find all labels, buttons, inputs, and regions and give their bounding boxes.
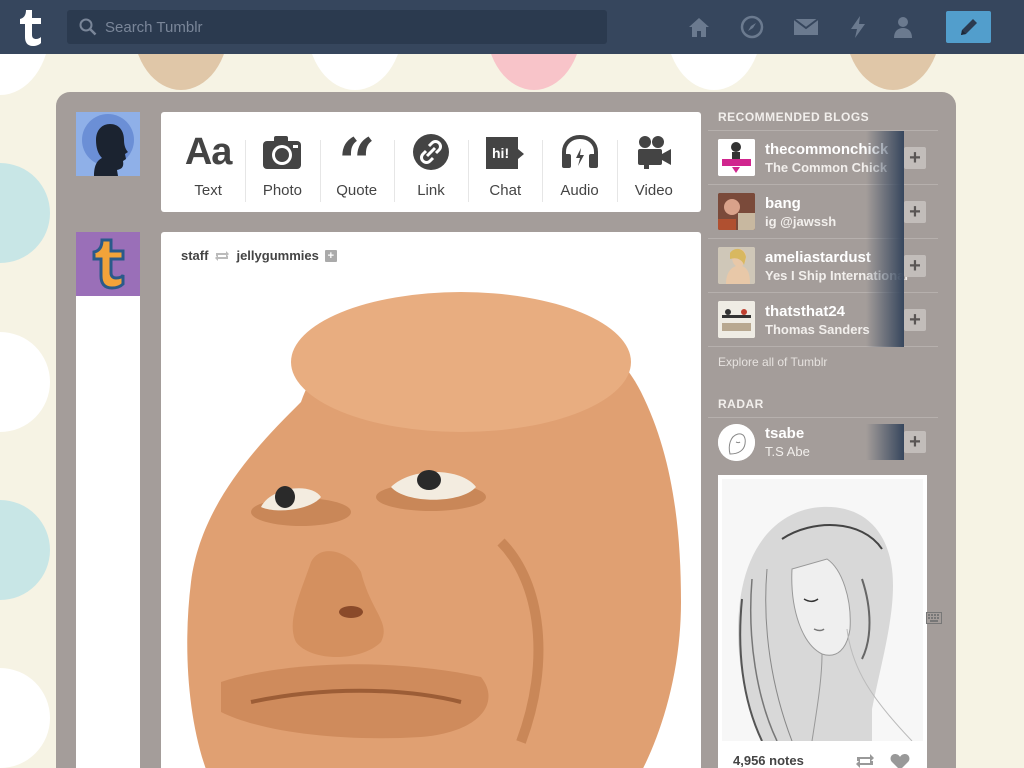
- radar-blog-item[interactable]: tsabe T.S Abe +: [708, 420, 938, 464]
- follow-button[interactable]: +: [904, 201, 926, 223]
- recommended-blog-item[interactable]: bang ig @jawssh +: [708, 185, 938, 239]
- reblogged-from-link[interactable]: jellygummies: [236, 248, 318, 263]
- svg-text:hi!: hi!: [492, 145, 509, 161]
- pencil-icon: [960, 19, 977, 35]
- bg-dot: [0, 332, 50, 432]
- post-header: staff jellygummies +: [181, 248, 337, 263]
- blog-avatar[interactable]: [718, 139, 755, 176]
- post-type-video[interactable]: Video: [616, 124, 691, 202]
- bg-dot: [0, 500, 50, 600]
- tumblr-logo-icon[interactable]: [16, 8, 50, 46]
- follow-button[interactable]: +: [904, 309, 926, 331]
- radar-title: RADAR: [708, 387, 938, 418]
- compass-icon[interactable]: [740, 15, 764, 39]
- search-icon: [79, 18, 97, 36]
- search-box[interactable]: [67, 10, 607, 44]
- notes-count[interactable]: 4,956 notes: [733, 753, 804, 768]
- home-icon[interactable]: [687, 15, 711, 39]
- radar-blog-avatar[interactable]: [718, 423, 755, 461]
- recommended-blog-item[interactable]: thatsthat24 Thomas Sanders +: [708, 293, 938, 347]
- quote-icon: “: [337, 124, 376, 202]
- follow-button[interactable]: +: [904, 255, 926, 277]
- explore-link[interactable]: Explore all of Tumblr: [708, 347, 938, 387]
- blog-avatar[interactable]: [718, 301, 755, 338]
- post-author-link[interactable]: staff: [181, 248, 208, 263]
- post-card: staff jellygummies +: [161, 232, 701, 768]
- chat-icon: hi!: [484, 128, 526, 176]
- post-type-quote[interactable]: “ Quote: [319, 124, 394, 202]
- recommended-blog-item[interactable]: ameliastardust Yes I Ship International …: [708, 239, 938, 293]
- compose-button[interactable]: [946, 11, 991, 43]
- fade-overlay: [866, 424, 904, 460]
- post-type-audio[interactable]: Audio: [542, 124, 616, 202]
- search-input[interactable]: [105, 18, 585, 36]
- video-camera-icon: [635, 128, 673, 176]
- radar-photo[interactable]: [722, 479, 923, 741]
- user-icon[interactable]: [891, 15, 915, 39]
- staff-avatar[interactable]: [76, 232, 140, 296]
- post-type-label: Link: [417, 182, 445, 199]
- blog-avatar[interactable]: [718, 193, 755, 230]
- sidebar: RECOMMENDED BLOGS thecommonchick The Com…: [708, 100, 938, 464]
- post-type-bar: Aa Text Photo “ Quote Link hi! Chat Audi…: [161, 112, 701, 212]
- top-navigation-bar: [0, 0, 1024, 54]
- headphones-icon: [560, 128, 600, 176]
- fade-overlay: [866, 185, 904, 239]
- recommended-blogs-title: RECOMMENDED BLOGS: [708, 100, 938, 131]
- post-type-photo[interactable]: Photo: [245, 124, 319, 202]
- text-icon: Aa: [184, 130, 233, 173]
- post-type-label: Text: [194, 182, 222, 199]
- fade-overlay: [866, 239, 904, 293]
- lightning-icon[interactable]: [846, 15, 870, 39]
- post-type-text[interactable]: Aa Text: [171, 124, 245, 200]
- follow-button[interactable]: +: [904, 147, 926, 169]
- camera-icon: [262, 128, 302, 176]
- mail-icon[interactable]: [793, 15, 819, 39]
- bg-dot: [0, 163, 50, 263]
- bg-dot: [0, 668, 50, 768]
- link-icon: [412, 128, 450, 176]
- heart-icon[interactable]: [890, 753, 910, 768]
- post-photo[interactable]: [161, 282, 701, 768]
- reblog-icon: [215, 250, 230, 261]
- radar-post-card: 4,956 notes: [718, 475, 927, 768]
- keyboard-icon[interactable]: [926, 612, 942, 624]
- post-type-link[interactable]: Link: [393, 124, 468, 202]
- post-avatar-column: [76, 232, 140, 768]
- fade-overlay: [866, 293, 904, 347]
- post-type-chat[interactable]: hi! Chat: [468, 124, 542, 202]
- post-type-label: Audio: [560, 182, 599, 199]
- post-type-label: Video: [634, 182, 673, 199]
- post-type-label: Photo: [262, 182, 303, 199]
- follow-button[interactable]: +: [904, 431, 926, 453]
- follow-plus-icon[interactable]: +: [324, 249, 337, 262]
- post-type-label: Chat: [489, 182, 522, 199]
- fade-overlay: [866, 131, 904, 185]
- post-type-label: Quote: [336, 182, 378, 199]
- recommended-blog-item[interactable]: thecommonchick The Common Chick +: [708, 131, 938, 185]
- reblog-icon[interactable]: [855, 753, 875, 768]
- user-avatar[interactable]: [76, 112, 140, 176]
- notes-bar: 4,956 notes: [718, 745, 927, 768]
- blog-avatar[interactable]: [718, 247, 755, 284]
